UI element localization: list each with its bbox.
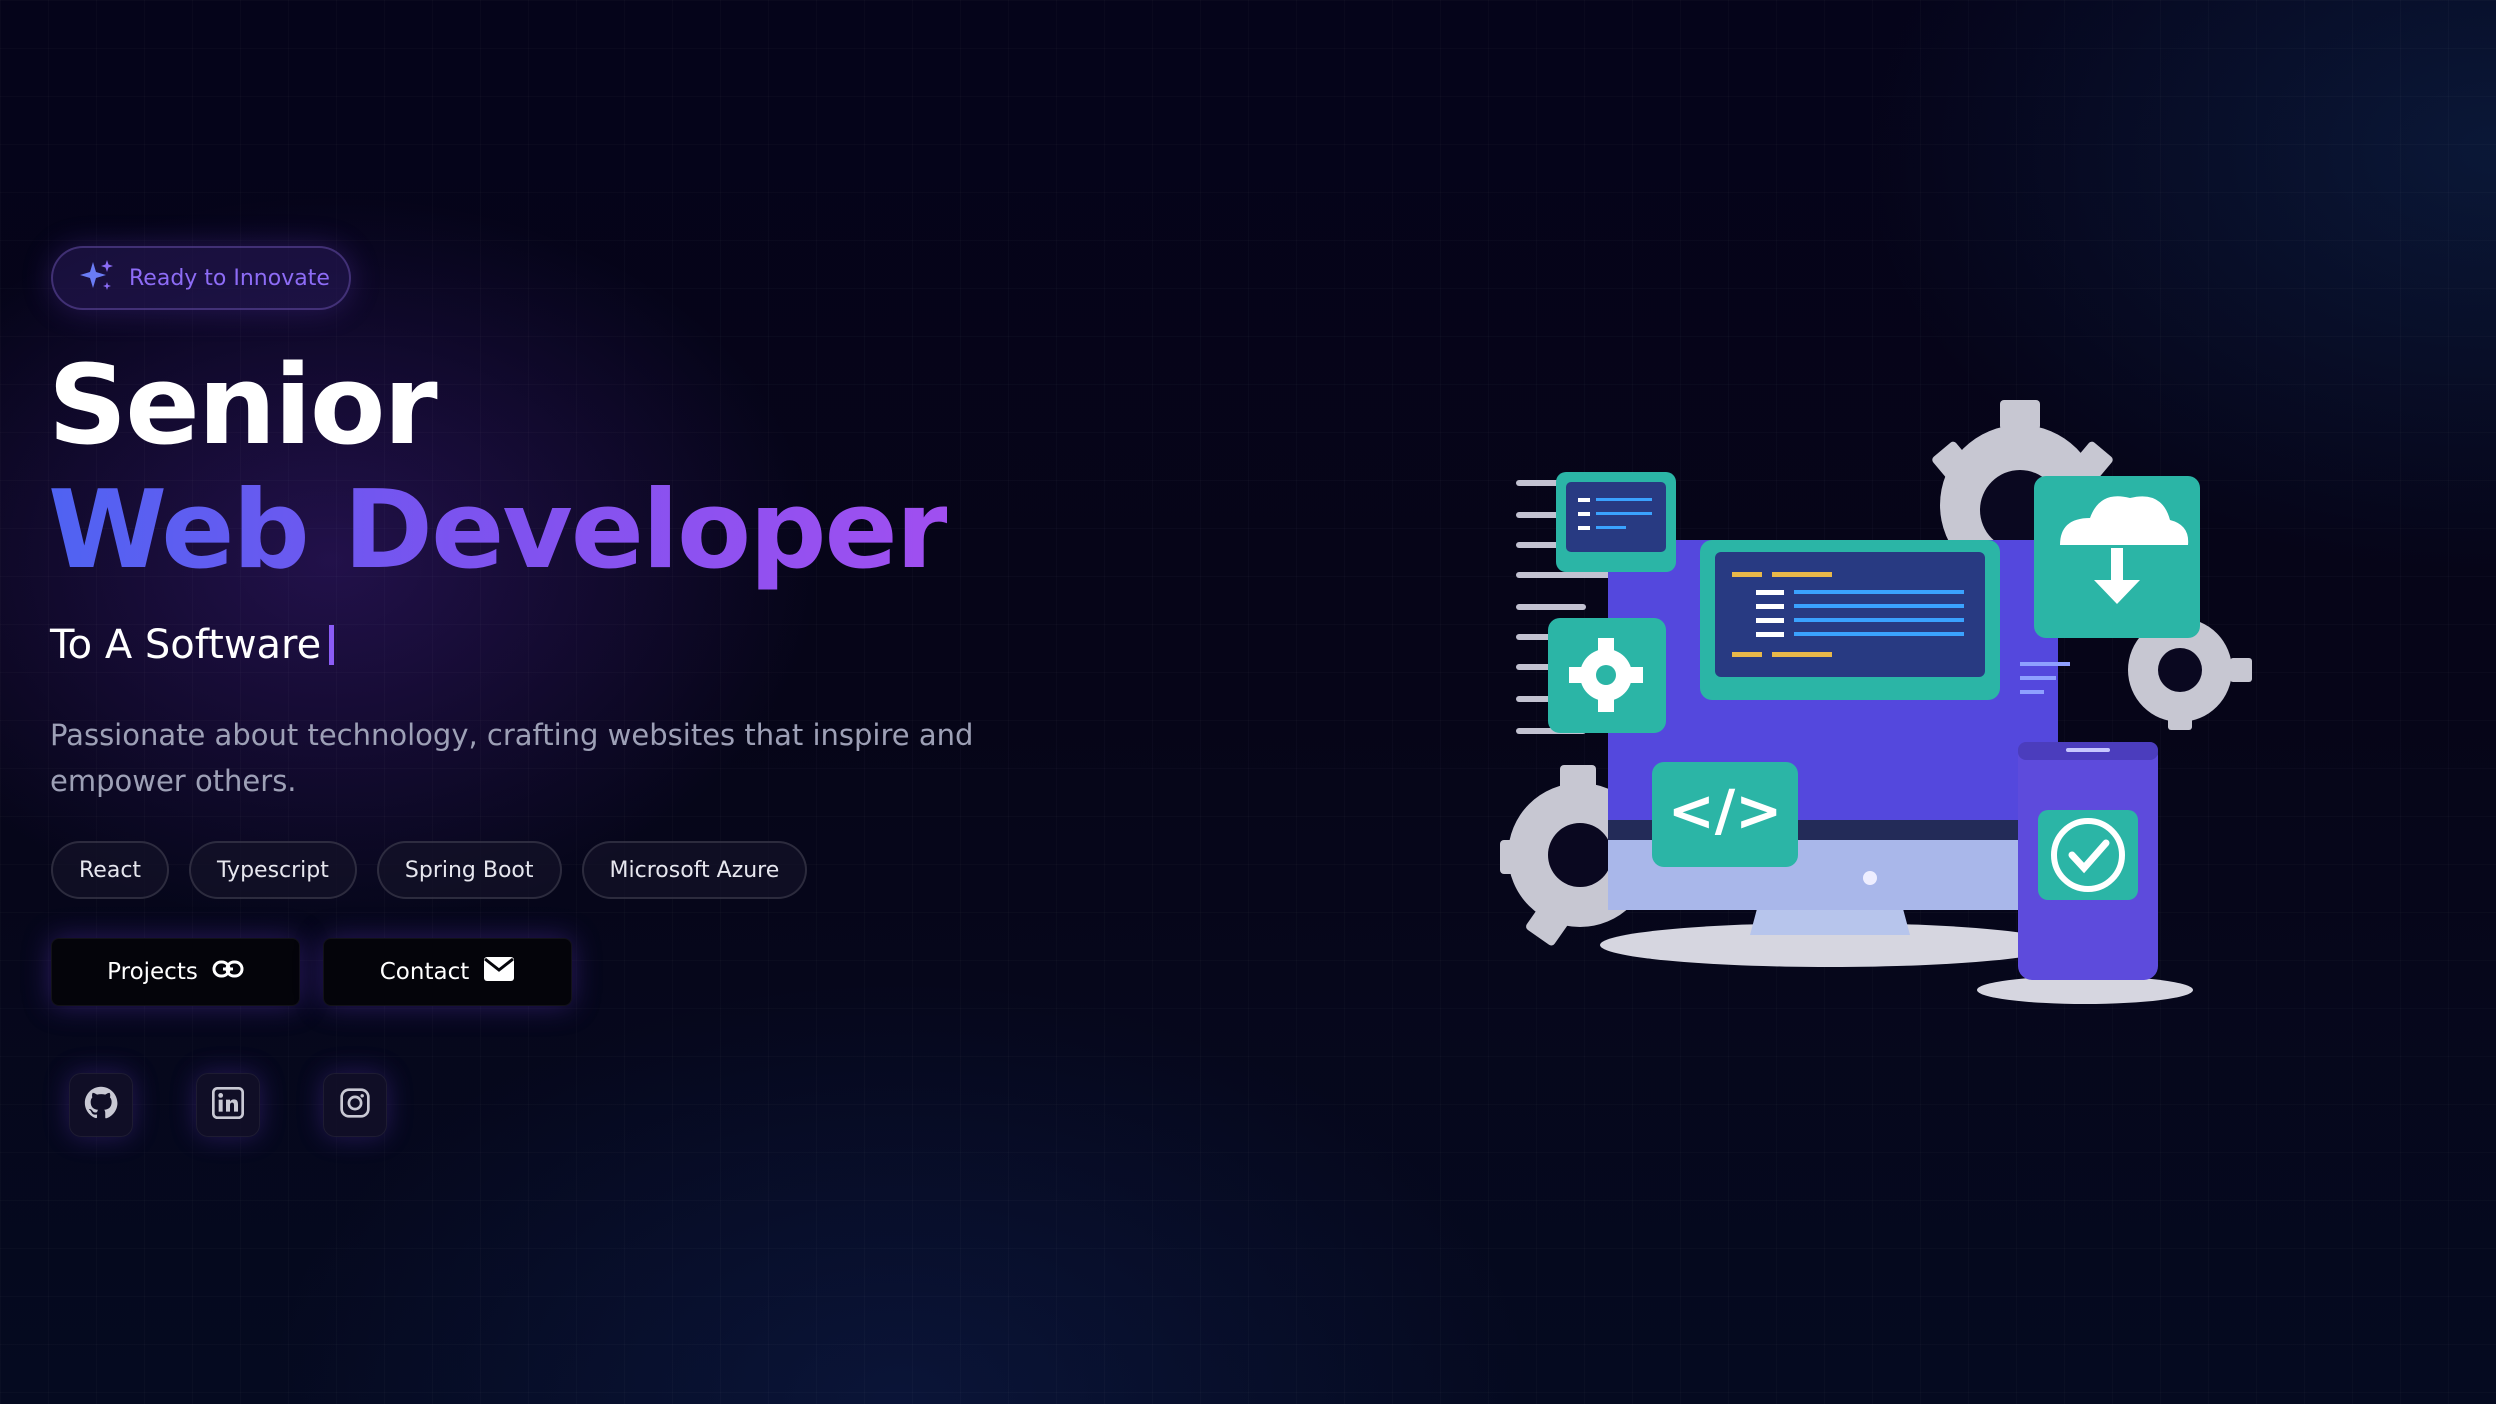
github-link[interactable] — [69, 1073, 133, 1137]
linkedin-link[interactable] — [196, 1073, 260, 1137]
ready-badge: Ready to Innovate — [51, 246, 351, 310]
tech-tags: React Typescript Spring Boot Microsoft A… — [51, 841, 808, 899]
cta-buttons: Projects Contact — [51, 938, 572, 1006]
projects-button-label: Projects — [107, 959, 198, 985]
linkedin-icon — [212, 1087, 244, 1123]
typing-subtitle: To A Software — [50, 622, 335, 668]
instagram-icon — [339, 1087, 371, 1123]
tag-react: React — [51, 841, 170, 899]
github-icon — [84, 1086, 118, 1124]
tag-microsoft-azure: Microsoft Azure — [581, 841, 808, 899]
instagram-link[interactable] — [323, 1073, 387, 1137]
hero-description: Passionate about technology, crafting we… — [50, 718, 974, 798]
mail-icon — [483, 956, 515, 988]
tag-spring-boot: Spring Boot — [376, 841, 562, 899]
svg-text:</>: </> — [1668, 779, 1782, 844]
headline-senior: Senior — [48, 341, 438, 469]
headline-web-developer: Web Developer — [48, 466, 949, 596]
projects-button[interactable]: Projects — [51, 938, 300, 1006]
badge-label: Ready to Innovate — [129, 265, 330, 291]
typing-text: To A Software — [50, 622, 322, 668]
link-icon — [212, 959, 244, 985]
developer-illustration: </> — [1500, 390, 2260, 1030]
contact-button-label: Contact — [379, 959, 470, 985]
tag-typescript: Typescript — [189, 841, 357, 899]
contact-button[interactable]: Contact — [323, 938, 572, 1006]
typing-caret — [329, 625, 335, 665]
social-links — [69, 1073, 387, 1137]
sparkles-icon — [79, 258, 115, 298]
